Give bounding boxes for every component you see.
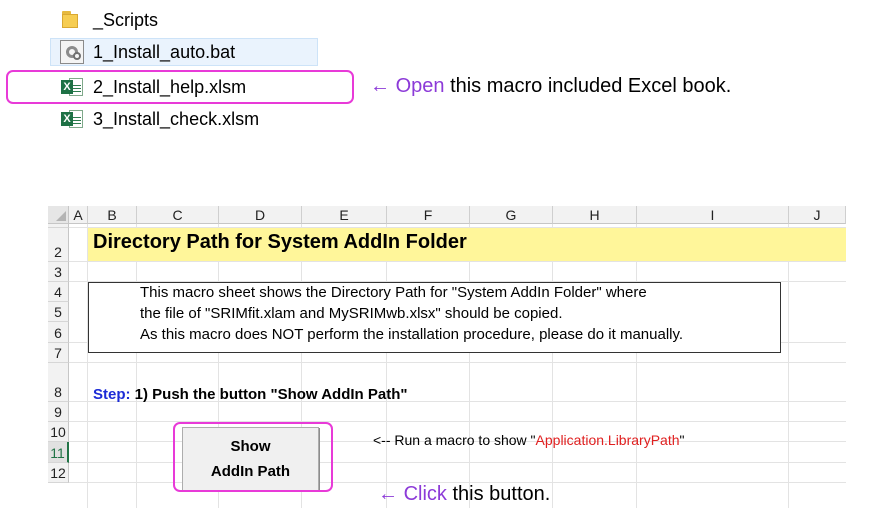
row-header-4[interactable]: 4	[48, 282, 69, 302]
click-verb: Click	[403, 483, 447, 505]
column-header-f[interactable]: F	[387, 206, 470, 224]
row-header-10[interactable]: 10	[48, 422, 69, 442]
column-header-i[interactable]: I	[637, 206, 789, 224]
run-note-highlight: Application.LibraryPath	[535, 432, 680, 448]
select-all-corner[interactable]	[48, 206, 69, 224]
click-instruction-note: ← Click this button.	[378, 483, 550, 506]
column-header-b[interactable]: B	[88, 206, 137, 224]
row-header-7[interactable]: 7	[48, 343, 69, 363]
explorer-item-scripts-folder[interactable]: _Scripts	[60, 6, 158, 34]
batch-file-icon	[60, 40, 84, 64]
open-instruction-note: ← Open this macro included Excel book.	[370, 75, 731, 98]
column-header-d[interactable]: D	[219, 206, 302, 224]
run-macro-note: <-- Run a macro to show "Application.Lib…	[373, 432, 685, 448]
step-label: Step:	[93, 386, 131, 403]
row-header-3[interactable]: 3	[48, 262, 69, 282]
step-instruction: Step: 1) Push the button "Show AddIn Pat…	[93, 386, 407, 403]
row-header-12[interactable]: 12	[48, 463, 69, 483]
left-arrow-icon: ←	[370, 75, 390, 97]
info-line-3: As this macro does NOT perform the insta…	[140, 326, 684, 343]
file-name: 1_Install_auto.bat	[93, 41, 236, 62]
column-header-a[interactable]: A	[69, 206, 88, 224]
row-header-9[interactable]: 9	[48, 402, 69, 422]
info-line-1: This macro sheet shows the Directory Pat…	[140, 284, 647, 301]
row-header-2[interactable]: 2	[48, 228, 69, 262]
row-header-8[interactable]: 8	[48, 363, 69, 402]
left-arrow-icon: ←	[378, 483, 398, 505]
explorer-item-install-auto-bat[interactable]: 1_Install_auto.bat	[50, 38, 318, 66]
file-name: 3_Install_check.xlsm	[93, 108, 260, 129]
excel-file-icon: X	[60, 107, 84, 131]
step-text: 1) Push the button "Show AddIn Path"	[134, 386, 408, 403]
column-header-g[interactable]: G	[470, 206, 553, 224]
row-header-6[interactable]: 6	[48, 322, 69, 343]
open-verb: Open	[395, 75, 445, 97]
row-header-5[interactable]: 5	[48, 302, 69, 322]
click-note-text: this button.	[452, 483, 551, 505]
column-header-j[interactable]: J	[789, 206, 846, 224]
info-line-2: the file of "SRIMfit.xlam and MySRIMwb.x…	[140, 305, 563, 322]
folder-icon	[60, 8, 84, 32]
file-name: _Scripts	[93, 9, 159, 30]
open-note-text: this macro included Excel book.	[450, 75, 732, 97]
excel-sheet: A B C D E F G H I J 1 2 3 4 5 6 7 8 9 10…	[48, 206, 846, 508]
button-highlight-box	[173, 422, 333, 492]
run-note-suffix: "	[679, 432, 685, 448]
column-header-h[interactable]: H	[553, 206, 637, 224]
sheet-title: Directory Path for System AddIn Folder	[93, 231, 467, 253]
file-highlight-box	[6, 70, 354, 104]
row-header-11[interactable]: 11	[48, 442, 69, 463]
run-note-prefix: <-- Run a macro to show "	[373, 432, 536, 448]
column-header-e[interactable]: E	[302, 206, 387, 224]
column-header-c[interactable]: C	[137, 206, 219, 224]
explorer-item-install-check-xlsm[interactable]: X 3_Install_check.xlsm	[60, 105, 259, 133]
